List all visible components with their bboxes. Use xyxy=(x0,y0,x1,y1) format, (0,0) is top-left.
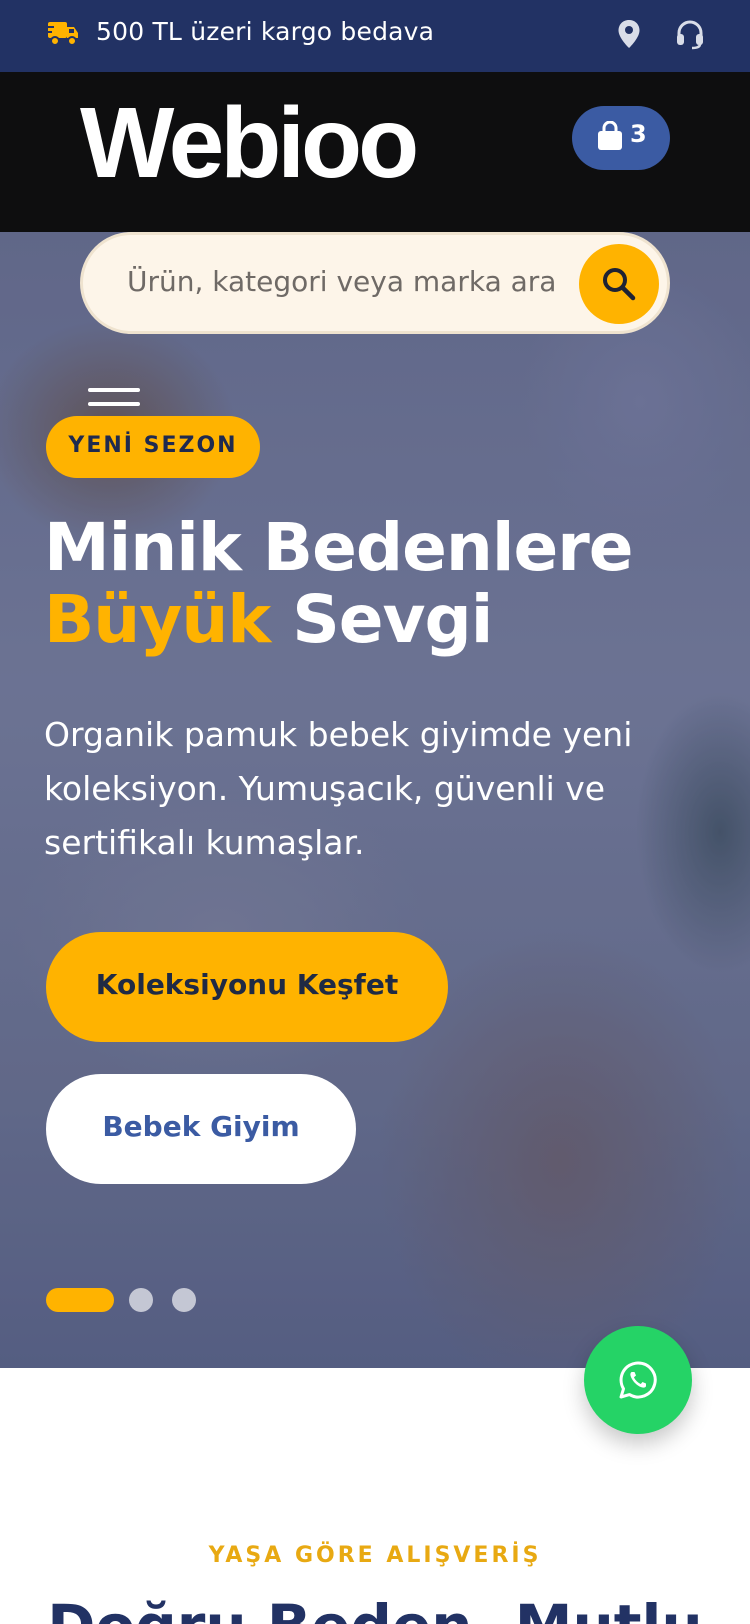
carousel-dot-2[interactable] xyxy=(129,1288,153,1312)
location-pin-icon[interactable] xyxy=(617,19,641,49)
new-season-badge: YENİ SEZON xyxy=(46,416,260,478)
search-icon xyxy=(603,268,636,301)
carousel-dot-1[interactable] xyxy=(46,1288,114,1312)
explore-collection-button[interactable]: Koleksiyonu Keşfet xyxy=(46,932,448,1042)
cart-count-badge: 3 xyxy=(630,120,647,148)
baby-clothing-label: Bebek Giyim xyxy=(102,1110,300,1143)
hero-title-rest: Sevgi xyxy=(292,581,493,658)
whatsapp-button[interactable] xyxy=(584,1326,692,1434)
webioo-logo[interactable]: Webioo xyxy=(80,93,470,193)
whatsapp-icon xyxy=(619,1361,657,1399)
search-bar[interactable]: Ürün, kategori veya marka ara xyxy=(80,232,670,334)
hero-title: Minik Bedenlere Büyük Sevgi xyxy=(44,509,634,656)
headset-icon[interactable] xyxy=(674,18,706,50)
hero-description: Organik pamuk bebek giyimde yeni koleksi… xyxy=(44,715,633,862)
badge-label: YENİ SEZON xyxy=(68,433,238,458)
hero-banner: Ürün, kategori veya marka ara YENİ SEZON… xyxy=(0,232,750,1368)
hero-title-line2: Büyük Sevgi xyxy=(44,584,633,656)
logo-wordmark: Webioo xyxy=(80,87,419,199)
shopping-bag-icon xyxy=(598,121,622,150)
hero-title-line1: Minik Bedenlere xyxy=(44,509,634,586)
truck-icon xyxy=(46,22,78,46)
site-header: Webioo 3 xyxy=(0,72,750,232)
search-input[interactable]: Ürün, kategori veya marka ara xyxy=(127,265,556,298)
announcement-bar: 500 TL üzeri kargo bedava xyxy=(0,0,750,72)
search-button[interactable] xyxy=(579,244,659,324)
section-eyebrow: YAŞA GÖRE ALIŞVERİŞ xyxy=(208,1543,542,1568)
carousel-dot-3[interactable] xyxy=(172,1288,196,1312)
free-shipping-text: 500 TL üzeri kargo bedava xyxy=(96,17,435,46)
cart-button[interactable]: 3 xyxy=(572,106,670,170)
hero-title-accent: Büyük xyxy=(44,581,271,658)
explore-collection-label: Koleksiyonu Keşfet xyxy=(95,968,399,1001)
section-title: Doğru Beden, Mutlu xyxy=(0,1592,750,1624)
carousel-dots xyxy=(46,1288,206,1314)
baby-clothing-button[interactable]: Bebek Giyim xyxy=(46,1074,356,1184)
